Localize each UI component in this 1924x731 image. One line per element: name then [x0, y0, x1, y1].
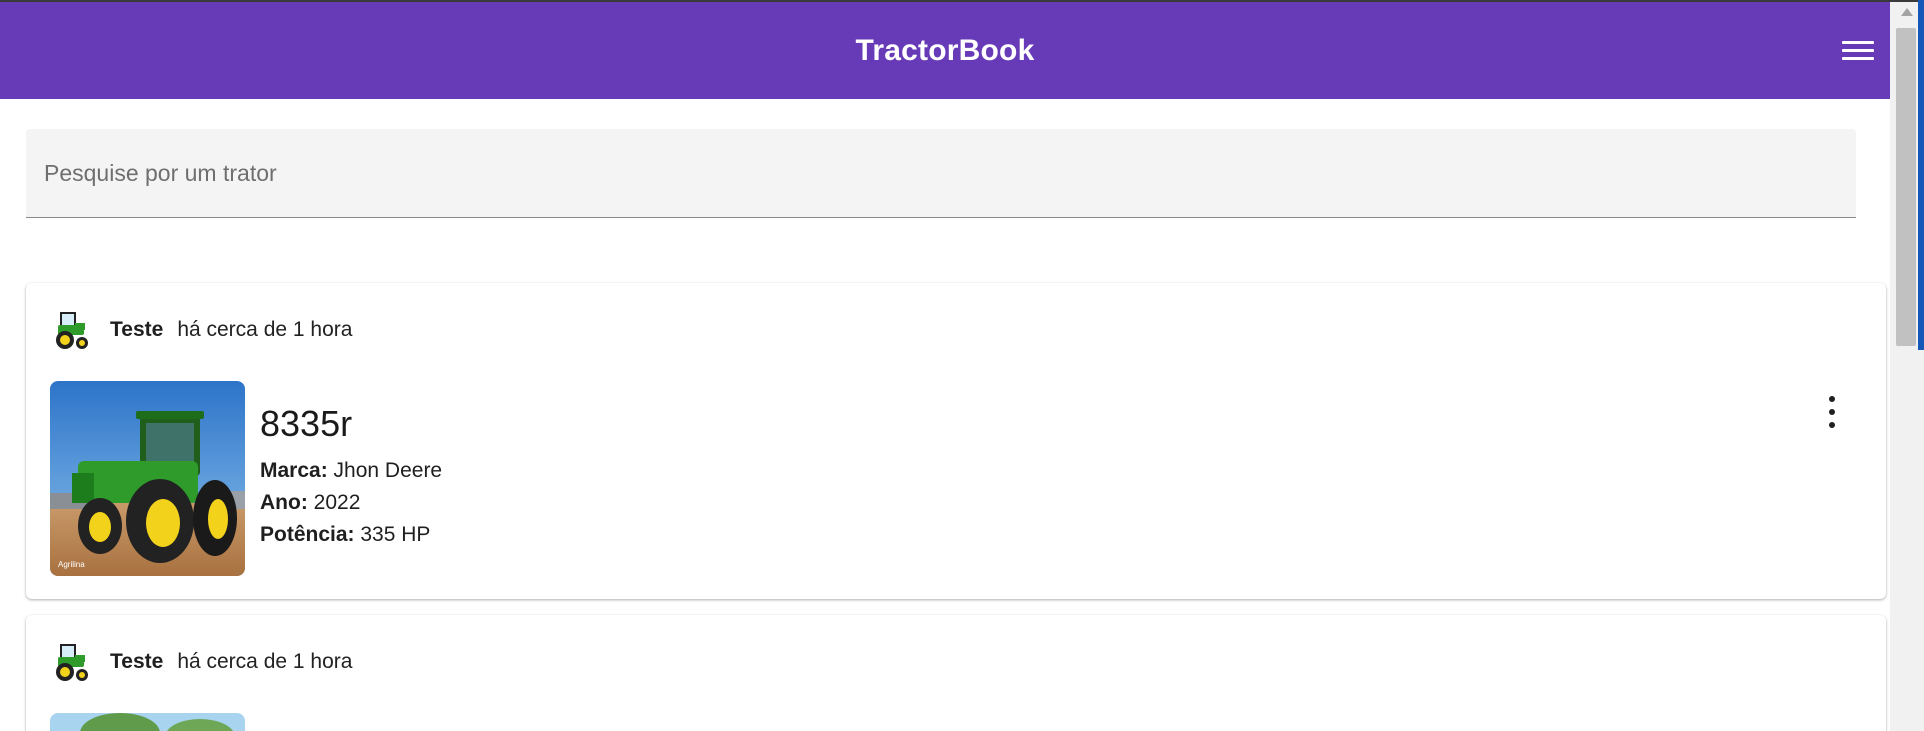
tractor-info: 8335r Marca: Jhon Deere Ano: 2022 Potênc… — [260, 403, 442, 551]
post-timestamp: há cerca de 1 hora — [177, 650, 353, 673]
power-label: Potência: — [260, 523, 355, 546]
year-value: 2022 — [313, 491, 361, 514]
post-header: Teste há cerca de 1 hora — [50, 641, 352, 683]
tractor-post-card: Teste há cerca de 1 hora — [26, 283, 1886, 599]
app-title: TractorBook — [855, 33, 1035, 67]
window-edge-accent — [1918, 0, 1924, 350]
tractor-post-card: Teste há cerca de 1 hora — [26, 615, 1886, 731]
power-value: 335 HP — [360, 523, 431, 546]
search-input[interactable] — [44, 159, 1856, 187]
power-row: Potência: 335 HP — [260, 519, 442, 551]
year-row: Ano: 2022 — [260, 487, 442, 519]
year-label: Ano: — [260, 491, 308, 514]
brand-label: Marca: — [260, 459, 328, 482]
tractor-model: 8335r — [260, 403, 353, 444]
image-watermark: Agrilina — [58, 560, 85, 569]
search-field[interactable] — [26, 129, 1856, 218]
app-bar: TractorBook — [0, 2, 1890, 99]
more-vert-icon[interactable] — [1822, 396, 1842, 428]
post-timestamp: há cerca de 1 hora — [177, 318, 353, 341]
scroll-thumb[interactable] — [1896, 28, 1916, 346]
brand-row: Marca: Jhon Deere — [260, 455, 442, 487]
post-username[interactable]: Teste — [110, 318, 163, 342]
tractor-image[interactable] — [50, 713, 245, 731]
post-header: Teste há cerca de 1 hora — [50, 309, 352, 351]
post-username[interactable]: Teste — [110, 650, 163, 674]
brand-value: Jhon Deere — [333, 459, 443, 482]
scroll-up-arrow-icon[interactable] — [1901, 8, 1913, 16]
tractor-avatar-icon[interactable] — [50, 641, 90, 683]
tractor-image[interactable]: Agrilina — [50, 381, 245, 576]
menu-icon[interactable] — [1842, 35, 1874, 65]
tractor-avatar-icon[interactable] — [50, 309, 90, 351]
